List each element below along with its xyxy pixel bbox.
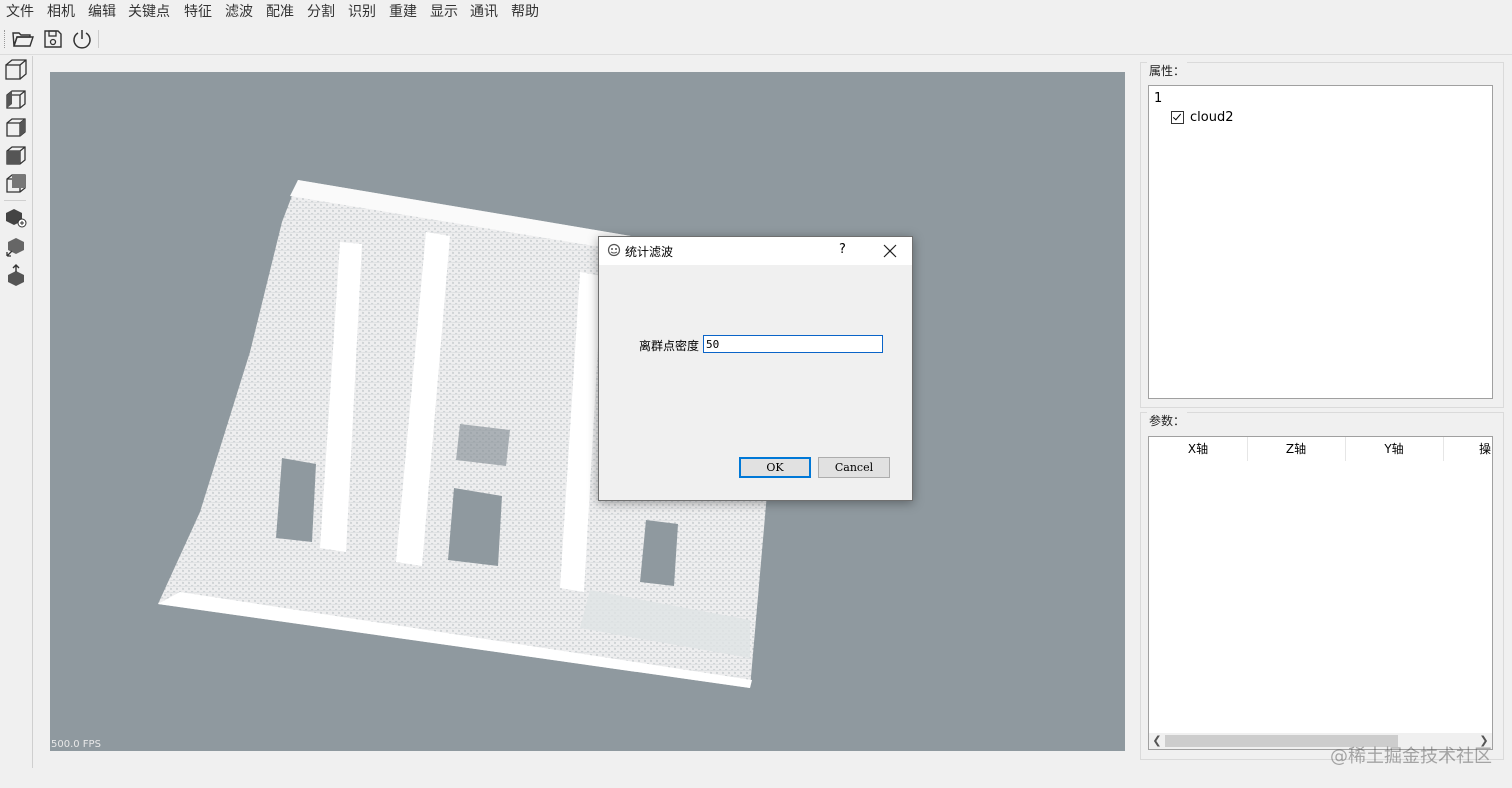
menu-recognition[interactable]: 识别	[348, 3, 376, 21]
fps-counter: 500.0 FPS	[51, 739, 101, 750]
params-table[interactable]: X轴 Z轴 Y轴 操 ❮ ❯	[1148, 436, 1493, 750]
column-header-y[interactable]: Y轴	[1345, 437, 1444, 461]
menu-features[interactable]: 特征	[184, 3, 212, 21]
left-toolbar-separator	[4, 200, 26, 201]
menu-registration[interactable]: 配准	[266, 3, 294, 21]
menu-file[interactable]: 文件	[6, 3, 34, 21]
cube-export-icon[interactable]	[3, 262, 29, 288]
cube-top-view-icon[interactable]	[3, 142, 29, 168]
menu-reconstruction[interactable]: 重建	[389, 3, 417, 21]
dialog-titlebar[interactable]: 统计滤波 ?	[599, 237, 912, 265]
close-icon[interactable]	[881, 242, 899, 260]
cube-move-icon[interactable]	[3, 234, 29, 260]
menu-help[interactable]: 帮助	[511, 3, 539, 21]
menu-communication[interactable]: 通讯	[470, 3, 498, 21]
cube-right-view-icon[interactable]	[3, 114, 29, 140]
outlier-density-label: 离群点密度	[639, 339, 700, 353]
column-header-x[interactable]: X轴	[1149, 437, 1248, 461]
cube-left-view-icon[interactable]	[3, 86, 29, 112]
statistical-filter-dialog: 统计滤波 ? 离群点密度 50 OK Cancel	[598, 236, 913, 501]
scroll-left-icon[interactable]: ❮	[1149, 733, 1165, 749]
open-folder-icon[interactable]	[11, 27, 35, 51]
tree-item-cloud[interactable]: cloud2	[1171, 110, 1233, 125]
point-cloud-viewport[interactable]: 500.0 FPS	[50, 72, 1125, 751]
cube-add-icon[interactable]	[3, 205, 29, 231]
toolbar-grip	[4, 30, 7, 48]
dialog-title: 统计滤波	[625, 245, 674, 259]
toolbar	[0, 24, 1512, 55]
menu-display[interactable]: 显示	[430, 3, 458, 21]
menu-segmentation[interactable]: 分割	[307, 3, 335, 21]
save-icon[interactable]	[41, 27, 65, 51]
tree-item-label: cloud2	[1190, 110, 1234, 125]
app-icon	[607, 243, 621, 257]
point-cloud-render	[158, 180, 782, 688]
toolbar-separator	[98, 30, 99, 48]
column-header-operation[interactable]: 操	[1443, 437, 1492, 461]
cube-back-view-icon[interactable]	[3, 170, 29, 196]
menu-keypoints[interactable]: 关键点	[128, 3, 170, 21]
menubar: 文件 相机 编辑 关键点 特征 滤波 配准 分割 识别 重建 显示 通讯 帮助	[0, 0, 1512, 24]
outlier-density-input[interactable]: 50	[703, 335, 883, 353]
watermark: @稀土掘金技术社区	[1330, 746, 1492, 767]
cube-front-view-icon[interactable]	[3, 57, 29, 83]
menu-filter[interactable]: 滤波	[225, 3, 253, 21]
power-icon[interactable]	[70, 27, 94, 51]
menu-camera[interactable]: 相机	[47, 3, 75, 21]
tree-root-item[interactable]: 1	[1154, 91, 1162, 106]
properties-tree[interactable]: 1 cloud2	[1148, 85, 1493, 399]
column-header-z[interactable]: Z轴	[1247, 437, 1346, 461]
help-button[interactable]: ?	[839, 242, 846, 257]
left-toolbar	[0, 56, 33, 768]
menu-edit[interactable]: 编辑	[88, 3, 116, 21]
cloud-visibility-checkbox[interactable]	[1171, 111, 1184, 124]
properties-title: 属性：	[1147, 62, 1188, 79]
params-title: 参数：	[1147, 412, 1188, 429]
cancel-button[interactable]: Cancel	[818, 457, 890, 478]
ok-button[interactable]: OK	[739, 457, 811, 478]
